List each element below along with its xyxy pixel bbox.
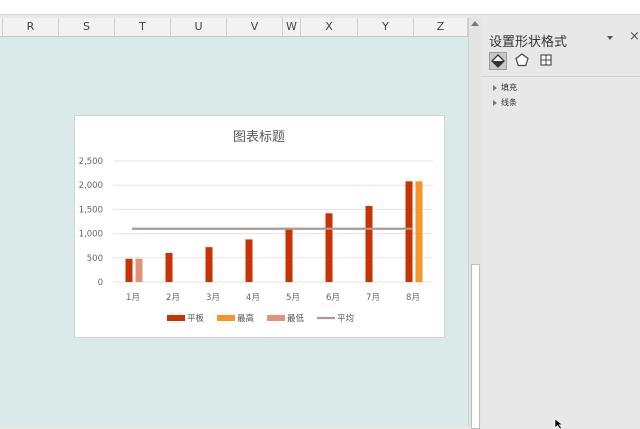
column-header-y[interactable]: Y <box>358 18 414 36</box>
column-header-s[interactable]: S <box>59 18 115 36</box>
bar-平板 <box>325 213 333 282</box>
line-section-toggle[interactable]: 线条 <box>493 97 517 108</box>
y-tick-label: 1,000 <box>79 230 103 240</box>
column-header-w[interactable]: W <box>283 18 301 36</box>
y-tick-label: 500 <box>87 254 103 264</box>
scroll-thumb[interactable] <box>471 264 480 429</box>
chart-title: 图表标题 <box>233 130 285 145</box>
x-tick-label: 8月 <box>406 293 420 303</box>
legend-label: 平板 <box>187 313 205 324</box>
bar-最低 <box>135 258 143 282</box>
column-header-v[interactable]: V <box>227 18 283 36</box>
legend-label: 平均 <box>337 313 354 324</box>
fill-line-tab[interactable] <box>489 52 507 70</box>
expand-triangle-icon <box>493 99 497 106</box>
y-tick-label: 2,000 <box>79 181 103 191</box>
x-tick-label: 6月 <box>326 293 340 303</box>
legend-swatch-最低 <box>267 315 285 321</box>
x-tick-label: 1月 <box>126 293 140 303</box>
effects-tab[interactable] <box>514 52 532 70</box>
size-properties-icon <box>540 54 552 66</box>
x-tick-label: 4月 <box>246 293 260 303</box>
bar-平板 <box>285 228 293 282</box>
mouse-pointer-icon <box>554 419 564 429</box>
vertical-scrollbar[interactable] <box>468 18 481 429</box>
scroll-up-icon[interactable] <box>471 21 479 26</box>
bar-平板 <box>365 206 373 282</box>
expand-triangle-icon <box>493 84 497 91</box>
column-header-t[interactable]: T <box>115 18 171 36</box>
chart-object[interactable]: 图表标题 0 500 1,000 1,500 2,000 2,500 1月 2月 3月 4月 5月 6月… <box>74 115 445 338</box>
close-icon[interactable]: × <box>629 29 640 44</box>
bar-平板 <box>205 247 213 282</box>
chart-svg: 图表标题 0 500 1,000 1,500 2,000 2,500 1月 2月 3月 4月 5月 6月… <box>79 130 433 324</box>
fill-section-label: 填充 <box>501 83 517 92</box>
bar-平板 <box>125 258 133 282</box>
y-tick-label: 2,500 <box>79 157 103 167</box>
pentagon-icon <box>515 53 529 67</box>
y-tick-label: 0 <box>98 278 103 288</box>
bar-平板 <box>245 239 253 282</box>
formula-bar[interactable] <box>0 0 640 15</box>
column-header-x[interactable]: X <box>301 18 358 36</box>
paint-bucket-icon <box>491 54 505 68</box>
x-tick-label: 5月 <box>286 293 300 303</box>
legend-label: 最低 <box>287 313 305 324</box>
fill-section-toggle[interactable]: 填充 <box>493 82 517 93</box>
legend-label: 最高 <box>237 313 254 324</box>
x-tick-label: 7月 <box>366 293 380 303</box>
panel-divider <box>481 76 640 77</box>
x-tick-label: 3月 <box>206 293 220 303</box>
format-shape-panel: 设置形状格式 × 填充 线条 <box>481 18 640 427</box>
column-header-r[interactable]: R <box>3 18 59 36</box>
size-properties-tab[interactable] <box>538 52 556 70</box>
panel-title: 设置形状格式 <box>489 35 568 50</box>
column-header-z[interactable]: Z <box>414 18 468 36</box>
legend-swatch-最高 <box>217 315 235 321</box>
line-section-label: 线条 <box>501 98 517 107</box>
legend-swatch-平板 <box>167 315 185 321</box>
bar-最高 <box>415 181 423 282</box>
column-header-row: R S T U V W X Y Z <box>0 18 468 37</box>
y-tick-label: 1,500 <box>79 205 103 215</box>
bar-平板 <box>405 181 413 282</box>
panel-options-chevron-down-icon[interactable] <box>607 36 613 40</box>
column-header-u[interactable]: U <box>171 18 227 36</box>
bar-平板 <box>165 252 173 282</box>
x-tick-label: 2月 <box>166 293 180 303</box>
